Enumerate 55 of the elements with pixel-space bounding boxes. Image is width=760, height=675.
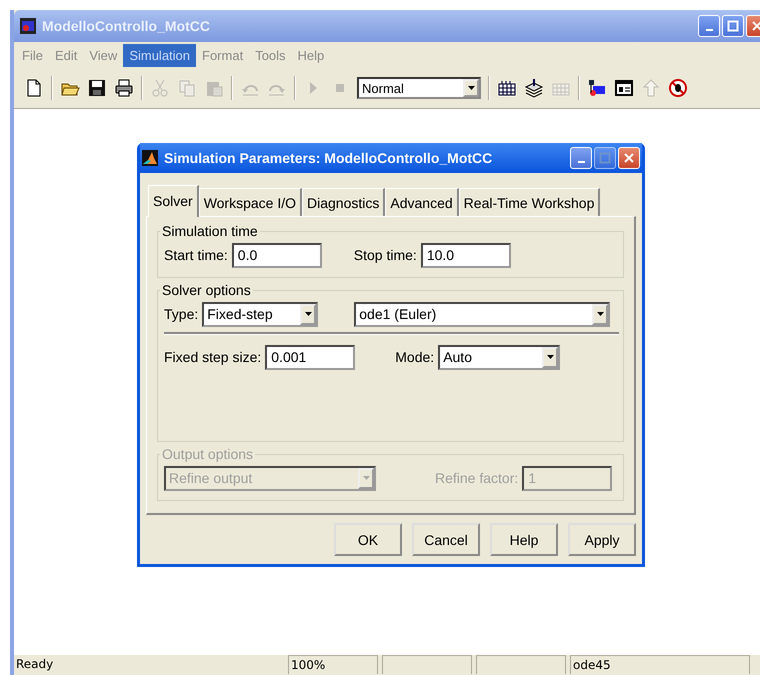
tab[interactable]: Real-Time Workshop [458, 188, 600, 216]
stack-icon[interactable] [524, 78, 544, 98]
close-icon [751, 20, 760, 32]
close-button[interactable] [618, 147, 640, 169]
window-icon[interactable] [614, 78, 634, 98]
solver-dropdown[interactable]: ode1 (Euler) [354, 302, 610, 326]
input-field[interactable]: 10.0 [420, 242, 511, 268]
status-text: 100% [288, 655, 378, 674]
tab[interactable]: Workspace I/O [198, 188, 302, 216]
field-label: Mode: [395, 349, 434, 365]
dialog-button[interactable]: Cancel [412, 523, 480, 556]
mode-dropdown[interactable]: Auto [438, 344, 560, 370]
caret-icon [304, 312, 312, 316]
status-text: Ready [15, 656, 54, 673]
tab[interactable]: Advanced [385, 188, 459, 216]
dialog-button[interactable]: OK [334, 523, 402, 556]
block-diagram-icon[interactable] [587, 78, 607, 98]
maximize-button[interactable] [594, 147, 616, 169]
maximize-icon [599, 152, 611, 164]
grid-icon[interactable] [497, 78, 517, 98]
type-dropdown[interactable]: Fixed-step [202, 302, 318, 326]
close-icon [623, 152, 635, 164]
peak-icon [142, 150, 158, 166]
group-title: Output options [161, 446, 254, 462]
dialog-button[interactable]: Apply [568, 523, 636, 556]
caret-icon [362, 476, 370, 480]
minimize-icon [578, 161, 584, 163]
maximize-icon [727, 20, 739, 32]
block-diagram-icon [20, 18, 36, 34]
maximize-button[interactable] [722, 15, 744, 37]
status-text: ode45 [570, 655, 750, 674]
menu-item[interactable]: Simulation [123, 44, 196, 66]
field-label: Fixed step size: [164, 349, 262, 365]
group-title: Solver options [161, 282, 252, 298]
printer-icon[interactable] [114, 78, 134, 98]
bug-icon[interactable] [668, 78, 688, 98]
dialog-title: Simulation Parameters: ModelloControllo_MotCC [164, 150, 492, 166]
caret-icon [596, 312, 604, 316]
window-title: ModelloControllo_MotCC [42, 18, 210, 34]
minimize-icon [706, 29, 712, 31]
dialog-button[interactable]: Help [490, 523, 558, 556]
input-field[interactable]: 0.001 [265, 344, 356, 370]
tab[interactable]: Solver [148, 185, 199, 217]
field-label: Refine factor: [435, 470, 518, 486]
field-label: Stop time: [354, 247, 417, 263]
caret-icon [546, 355, 554, 359]
input-field[interactable]: 0.0 [232, 242, 322, 268]
field-label: Start time: [164, 247, 228, 263]
group-title: Simulation time [161, 223, 259, 239]
minimize-button[interactable] [570, 147, 592, 169]
field-label: Type: [164, 306, 198, 322]
minimize-button[interactable] [698, 15, 720, 37]
mode-dropdown[interactable]: Normal [357, 77, 481, 99]
tab[interactable]: Diagnostics [302, 188, 386, 216]
caret-icon [468, 86, 474, 90]
